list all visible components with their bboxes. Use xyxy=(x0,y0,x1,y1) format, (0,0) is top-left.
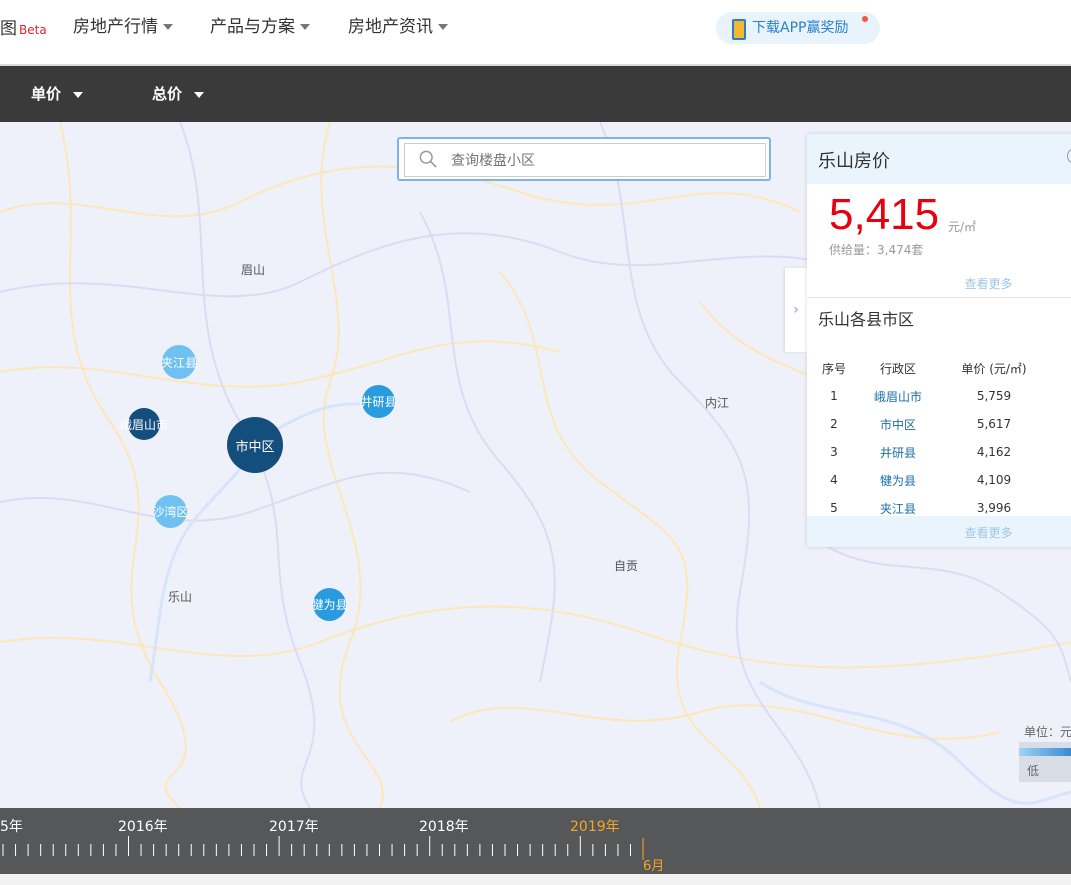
panel-title: 乐山房价 xyxy=(818,151,890,172)
average-price: 5,415 xyxy=(829,190,940,239)
panel-header: 乐山房价 xyxy=(807,134,1071,184)
rank-cell: 4 xyxy=(830,473,838,487)
district-link[interactable]: 峨眉山市 xyxy=(853,382,943,410)
map-bubble-shawan[interactable]: 沙湾区 xyxy=(153,495,189,528)
download-app-button[interactable]: 下载APP赢奖励 xyxy=(716,12,880,44)
nav-market[interactable]: 房地产行情 xyxy=(73,12,173,37)
bottom-toolbar xyxy=(0,874,1071,885)
chevron-right-icon: › xyxy=(793,302,799,318)
legend-gradient xyxy=(1019,748,1071,756)
unit-price-label: 单价 xyxy=(31,85,62,103)
table-row: 4 犍为县 4,109 xyxy=(815,466,1045,494)
district-table: 序号 行政区 单价 (元/㎡) 1 峨眉山市 5,759 2 市中区 5,617… xyxy=(815,354,1045,522)
nav-products-label: 产品与方案 xyxy=(210,17,295,37)
column-header-price: 单价 (元/㎡) xyxy=(961,361,1027,376)
table-header-row: 序号 行政区 单价 (元/㎡) xyxy=(815,354,1045,382)
district-link[interactable]: 市中区 xyxy=(853,410,943,438)
chevron-down-icon xyxy=(163,24,173,30)
rank-cell: 3 xyxy=(830,445,838,459)
timeline-year[interactable]: 2016年 xyxy=(118,816,168,836)
timeline-bar[interactable]: 5年 2016年 2017年 2018年 2019年 6月 xyxy=(0,808,1071,874)
panel-collapse-toggle[interactable]: › xyxy=(785,268,807,352)
chevron-down-icon xyxy=(438,24,448,30)
district-link[interactable]: 犍为县 xyxy=(853,466,943,494)
nav-market-label: 房地产行情 xyxy=(73,17,158,37)
timeline-year-active[interactable]: 2019年 xyxy=(570,816,620,836)
map-label-zigong: 自贡 xyxy=(614,559,639,573)
timeline-year[interactable]: 2018年 xyxy=(419,816,469,836)
logo-text: 图 xyxy=(0,19,17,39)
view-more-link[interactable]: 查看更多 xyxy=(964,277,1012,291)
nav-products[interactable]: 产品与方案 xyxy=(210,12,310,37)
notification-dot xyxy=(862,16,868,22)
district-list-title: 乐山各县市区 xyxy=(818,310,915,329)
download-app-label: 下载APP赢奖励 xyxy=(752,20,849,36)
column-header-district: 行政区 xyxy=(879,361,916,376)
beta-badge: Beta xyxy=(19,23,47,37)
price-legend: 低 xyxy=(1019,742,1071,782)
search-box xyxy=(397,137,771,181)
search-input[interactable] xyxy=(449,148,753,174)
total-price-filter[interactable]: 总价 xyxy=(152,83,205,104)
phone-icon xyxy=(732,19,746,40)
table-row: 1 峨眉山市 5,759 xyxy=(815,382,1045,410)
map-bubble-jingyan[interactable]: 井研县 xyxy=(361,385,397,418)
top-nav: 图 Beta 房地产行情 产品与方案 房地产资讯 下载APP赢奖励 xyxy=(0,0,1071,66)
price-panel: 乐山房价 5,415 元/㎡ 供给量：3,474套 查看更多 乐山各县市区 序号… xyxy=(807,134,1071,547)
site-logo[interactable]: 图 Beta xyxy=(0,14,47,39)
legend-low-label: 低 xyxy=(1027,764,1040,778)
nav-news[interactable]: 房地产资讯 xyxy=(348,12,448,37)
price-cell: 4,162 xyxy=(976,445,1012,459)
price-cell: 5,617 xyxy=(976,417,1012,431)
map-label-neijiang: 内江 xyxy=(705,396,730,410)
map-bubble-qianwei[interactable]: 犍为县 xyxy=(312,588,348,621)
timeline-ticks xyxy=(2,836,644,860)
map-bubble-emeishan[interactable]: 峨眉山市 xyxy=(120,408,168,440)
map-bubble-shizhong[interactable]: 市中区 xyxy=(227,417,283,473)
price-cell: 4,109 xyxy=(976,473,1012,487)
supply-count: 供给量：3,474套 xyxy=(829,243,924,257)
map-label-meishan: 眉山 xyxy=(241,263,266,277)
map-canvas[interactable]: 眉山 内江 自贡 乐山 夹江县 峨眉山市 市中区 井研县 沙湾区 犍为县 › 乐… xyxy=(0,122,1071,808)
district-link[interactable]: 井研县 xyxy=(853,438,943,466)
timeline-year[interactable]: 5年 xyxy=(0,816,23,836)
column-header-rank: 序号 xyxy=(821,361,846,376)
nav-news-label: 房地产资讯 xyxy=(348,17,433,37)
rank-cell: 2 xyxy=(830,417,838,431)
price-unit: 元/㎡ xyxy=(948,220,977,234)
timeline-current-month: 6月 xyxy=(643,859,665,874)
search-inner xyxy=(404,143,766,177)
map-label-leshan: 乐山 xyxy=(168,590,193,604)
total-price-label: 总价 xyxy=(152,85,183,103)
timeline-year[interactable]: 2017年 xyxy=(269,816,319,836)
chevron-down-icon xyxy=(300,24,310,30)
rank-cell: 1 xyxy=(830,389,838,403)
price-cell: 5,759 xyxy=(976,389,1012,403)
chevron-down-icon xyxy=(73,91,84,98)
help-icon[interactable] xyxy=(1067,148,1071,164)
unit-price-filter[interactable]: 单价 xyxy=(31,83,84,104)
table-row: 3 井研县 4,162 xyxy=(815,438,1045,466)
legend-unit: 单位：元 xyxy=(1024,725,1071,739)
map-bubble-jiajiang[interactable]: 夹江县 xyxy=(161,345,197,379)
divider xyxy=(807,297,1071,298)
chevron-down-icon xyxy=(194,91,205,98)
filter-bar: 单价 总价 xyxy=(0,66,1071,122)
search-icon xyxy=(419,150,437,168)
panel-footer: 查看更多 xyxy=(807,516,1071,547)
table-row: 2 市中区 5,617 xyxy=(815,410,1045,438)
view-more-districts-link[interactable]: 查看更多 xyxy=(964,526,1012,540)
